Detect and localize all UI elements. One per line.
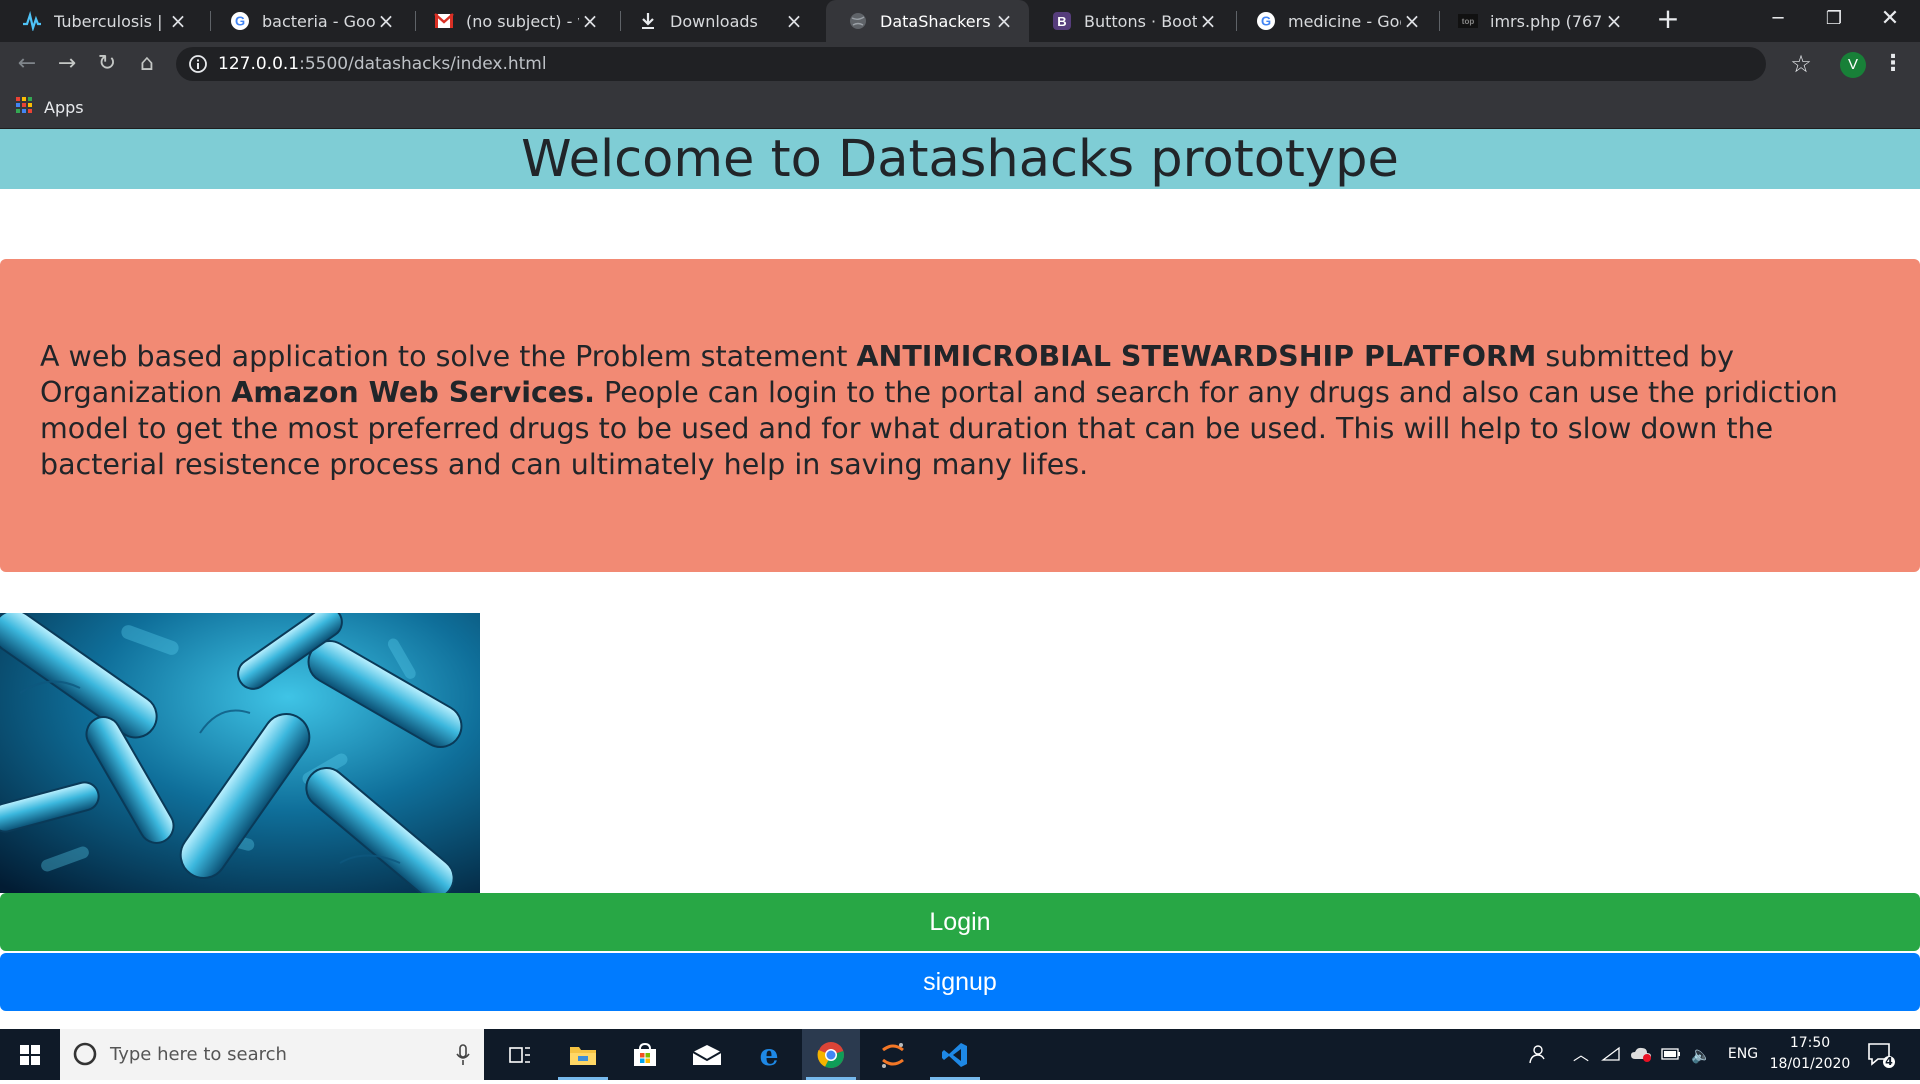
google-icon: G — [230, 11, 250, 31]
back-icon[interactable]: ← — [13, 50, 41, 78]
intro-text: A web based application to solve the Pro… — [40, 340, 857, 373]
new-tab-button[interactable]: + — [1640, 0, 1696, 38]
wifi-icon[interactable] — [1598, 1029, 1624, 1080]
jupyter-icon[interactable] — [864, 1029, 922, 1080]
tab-title: bacteria - Google S — [262, 11, 375, 31]
volume-icon[interactable]: 🔈 — [1688, 1029, 1714, 1080]
home-icon[interactable]: ⌂ — [133, 50, 161, 78]
gmail-icon — [434, 11, 454, 31]
edge-icon[interactable]: e — [740, 1029, 798, 1080]
page-icon: top — [1458, 11, 1478, 31]
tab-title: Tuberculosis | TB | — [54, 11, 167, 31]
battery-icon[interactable] — [1658, 1029, 1684, 1080]
tab-title: (no subject) - vishn — [466, 11, 579, 31]
chrome-icon[interactable] — [802, 1029, 860, 1080]
tab-title: medicine - Google S — [1288, 11, 1401, 31]
tab-downloads[interactable]: Downloads × — [616, 0, 819, 42]
apps-shortcut[interactable]: Apps — [14, 96, 84, 118]
svg-text:B: B — [1057, 14, 1066, 29]
bacteria-image — [0, 606, 480, 899]
notification-count: 4 — [1885, 1055, 1893, 1068]
profile-avatar[interactable]: V — [1840, 52, 1866, 78]
file-explorer-icon[interactable] — [554, 1029, 612, 1080]
reload-icon[interactable]: ↻ — [93, 50, 121, 78]
svg-text:e: e — [759, 1041, 778, 1069]
signup-button[interactable]: signup — [0, 953, 1920, 1011]
windows-start-icon[interactable] — [0, 1029, 60, 1080]
language-indicator[interactable]: ENG — [1722, 1029, 1764, 1080]
restore-button[interactable]: ❐ — [1806, 0, 1862, 38]
bookmarks-bar: Apps — [0, 86, 1920, 129]
minimize-button[interactable]: ─ — [1750, 0, 1806, 38]
store-icon[interactable] — [616, 1029, 674, 1080]
tab-title: DataShackers — [880, 11, 991, 31]
mail-icon[interactable] — [678, 1029, 736, 1080]
search-placeholder: Type here to search — [110, 1044, 287, 1065]
close-tab-icon[interactable]: × — [1603, 9, 1625, 33]
clock-time: 17:50 — [1789, 1035, 1831, 1051]
tab-gmail[interactable]: (no subject) - vishn × — [412, 0, 615, 42]
forward-icon[interactable]: → — [53, 50, 81, 78]
close-tab-icon[interactable]: × — [783, 9, 805, 33]
bookmark-star-icon[interactable]: ☆ — [1788, 51, 1814, 77]
vscode-icon[interactable] — [926, 1029, 984, 1080]
svg-text:G: G — [1261, 14, 1271, 29]
pulse-icon — [22, 11, 42, 31]
globe-icon — [848, 11, 868, 31]
onedrive-icon[interactable] — [1628, 1029, 1654, 1080]
close-tab-icon[interactable]: × — [579, 9, 601, 33]
close-tab-icon[interactable]: × — [1401, 9, 1423, 33]
tab-bacteria[interactable]: G bacteria - Google S × — [208, 0, 411, 42]
apps-grid-icon — [14, 95, 34, 119]
info-icon[interactable] — [188, 54, 208, 74]
svg-text:top: top — [1462, 17, 1475, 26]
svg-text:G: G — [235, 14, 245, 29]
page-title: Welcome to Datashacks prototype — [521, 130, 1399, 189]
chevron-up-icon[interactable]: ︿ — [1568, 1029, 1594, 1080]
login-button[interactable]: Login — [0, 893, 1920, 951]
menu-dots-icon[interactable]: ⋮ — [1880, 51, 1906, 77]
close-tab-icon[interactable]: × — [993, 9, 1015, 33]
close-tab-icon[interactable]: × — [1197, 9, 1219, 33]
bootstrap-icon: B — [1052, 11, 1072, 31]
tab-title: Downloads — [670, 11, 758, 31]
tab-medicine[interactable]: G medicine - Google S × — [1234, 0, 1437, 42]
intro-alert: A web based application to solve the Pro… — [0, 259, 1920, 572]
tab-title: Buttons · Bootstrap — [1084, 11, 1197, 31]
url-text[interactable]: 127.0.0.1:5500/datashacks/index.html — [218, 47, 547, 81]
close-tab-icon[interactable]: × — [167, 9, 189, 33]
people-icon[interactable] — [1524, 1029, 1550, 1080]
apps-label: Apps — [44, 97, 84, 117]
google-icon: G — [1256, 11, 1276, 31]
tab-title: imrs.php (767×511) — [1490, 11, 1603, 31]
tab-imrs[interactable]: top imrs.php (767×511) × — [1436, 0, 1639, 42]
cortana-icon — [72, 1041, 98, 1067]
tab-bootstrap[interactable]: B Buttons · Bootstrap × — [1030, 0, 1233, 42]
clock-date: 18/01/2020 — [1769, 1056, 1851, 1072]
task-view-icon[interactable] — [491, 1029, 549, 1080]
microphone-icon[interactable] — [455, 1043, 471, 1067]
clock[interactable]: 17:50 18/01/2020 — [1768, 1033, 1852, 1077]
tab-tuberculosis[interactable]: Tuberculosis | TB | × — [0, 0, 203, 42]
tab-datashackers[interactable]: DataShackers × — [826, 0, 1029, 42]
close-tab-icon[interactable]: × — [375, 9, 397, 33]
problem-statement: ANTIMICROBIAL STEWARDSHIP PLATFORM — [856, 340, 1537, 373]
tab-strip: Tuberculosis | TB | × G bacteria - Googl… — [0, 0, 1920, 42]
close-window-button[interactable]: ✕ — [1862, 0, 1918, 38]
download-icon — [638, 11, 658, 31]
organization-name: Amazon Web Services. — [231, 376, 595, 409]
